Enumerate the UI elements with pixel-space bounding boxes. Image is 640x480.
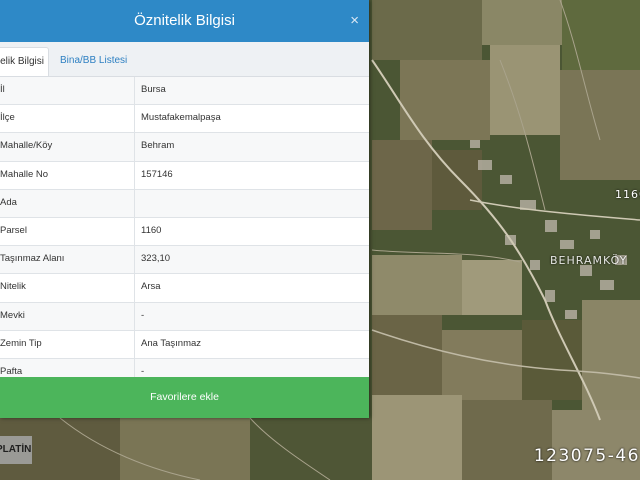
row-label: Mevki: [0, 309, 25, 321]
row-label-cell: Mahalle No: [0, 161, 135, 189]
row-value: Bursa: [141, 84, 166, 95]
row-label-cell: Taşınmaz Alanı: [0, 246, 135, 274]
dialog-title: Öznitelik Bilgisi: [134, 12, 235, 29]
tab-attribute-info[interactable]: Öznitelik Bilgisi: [0, 47, 49, 76]
attribute-table: İl Bursa İlçe Mustafakemalpaşa Mahalle/Köy…: [0, 77, 369, 388]
table-row: Ada: [0, 189, 369, 218]
tab-attribute-info-label: Öznitelik Bilgisi: [0, 56, 44, 67]
row-label-cell: Mevki: [0, 302, 135, 330]
row-label: Nitelik: [0, 281, 26, 293]
row-value: Ana Taşınmaz: [141, 337, 202, 349]
row-value: -: [141, 309, 145, 321]
table-row: Mevki -: [0, 302, 369, 331]
table-row: Taşınmaz Alanı 323,10: [0, 246, 369, 275]
row-value: 1160: [141, 224, 162, 236]
row-label-cell: Mahalle/Köy: [0, 133, 135, 161]
dialog-tabs: Öznitelik Bilgisi Bina/BB Listesi: [0, 42, 369, 77]
table-row: Mahalle No 157146: [0, 161, 369, 190]
village-label: BEHRAMKÖY: [550, 254, 628, 267]
row-label: Mahalle/Köy: [0, 140, 53, 152]
row-label: İlçe: [0, 112, 15, 124]
table-row: İl Bursa: [0, 77, 369, 106]
attribute-info-dialog: Öznitelik Bilgisi × Öznitelik Bilgisi Bi…: [0, 0, 369, 418]
tab-building-list[interactable]: Bina/BB Listesi: [60, 47, 127, 76]
table-row: İlçe Mustafakemalpaşa: [0, 105, 369, 134]
row-label-cell: Nitelik: [0, 274, 135, 302]
row-value: Arsa: [141, 281, 161, 293]
add-to-favorites-button[interactable]: Favorilere ekle: [0, 377, 369, 418]
row-label: Ada: [0, 196, 17, 208]
row-label: Zemin Tip: [0, 337, 42, 349]
table-row: Mahalle/Köy Behram: [0, 133, 369, 162]
table-row: Parsel 1160: [0, 217, 369, 247]
row-value: Mustafakemalpaşa: [141, 112, 221, 124]
row-label-cell: Zemin Tip: [0, 330, 135, 358]
row-value: 157146: [141, 168, 173, 180]
brand-logo: PLATİN: [0, 436, 32, 464]
row-label-cell: İl: [0, 77, 135, 105]
row-label-cell: İlçe: [0, 105, 135, 133]
brand-logo-text: PLATİN: [0, 444, 32, 455]
listing-id: 123075-46: [533, 446, 640, 466]
dialog-header: Öznitelik Bilgisi ×: [0, 0, 369, 42]
row-label: Parsel: [0, 224, 27, 236]
table-row: Nitelik Arsa: [0, 274, 369, 303]
road-number-label: 1160: [615, 188, 640, 201]
row-label: İl: [0, 84, 5, 95]
close-icon[interactable]: ×: [350, 12, 359, 29]
row-label-cell: Parsel: [0, 217, 135, 246]
row-value: 323,10: [141, 253, 171, 265]
row-label-cell: Ada: [0, 189, 135, 217]
table-row: Zemin Tip Ana Taşınmaz: [0, 330, 369, 359]
row-label: Mahalle No: [0, 168, 49, 180]
row-label: Taşınmaz Alanı: [0, 253, 65, 265]
row-value: Behram: [141, 140, 175, 152]
